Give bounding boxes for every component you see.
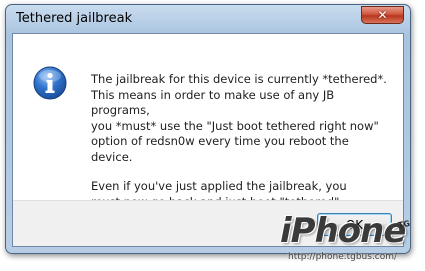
ok-button[interactable]: OK: [317, 213, 392, 236]
close-icon: ✕: [377, 8, 388, 22]
window-title: Tethered jailbreak: [16, 11, 133, 26]
close-button[interactable]: ✕: [361, 6, 404, 24]
title-bar[interactable]: Tethered jailbreak ✕: [6, 5, 410, 33]
message-area: The jailbreak for this device is current…: [13, 34, 403, 209]
message-paragraph-1: The jailbreak for this device is current…: [91, 72, 387, 164]
button-bar: OK: [13, 200, 403, 246]
dialog-client-area: The jailbreak for this device is current…: [12, 33, 404, 247]
dialog-window: Tethered jailbreak ✕ The jailbreak for t…: [5, 4, 411, 254]
info-icon: [33, 66, 67, 100]
